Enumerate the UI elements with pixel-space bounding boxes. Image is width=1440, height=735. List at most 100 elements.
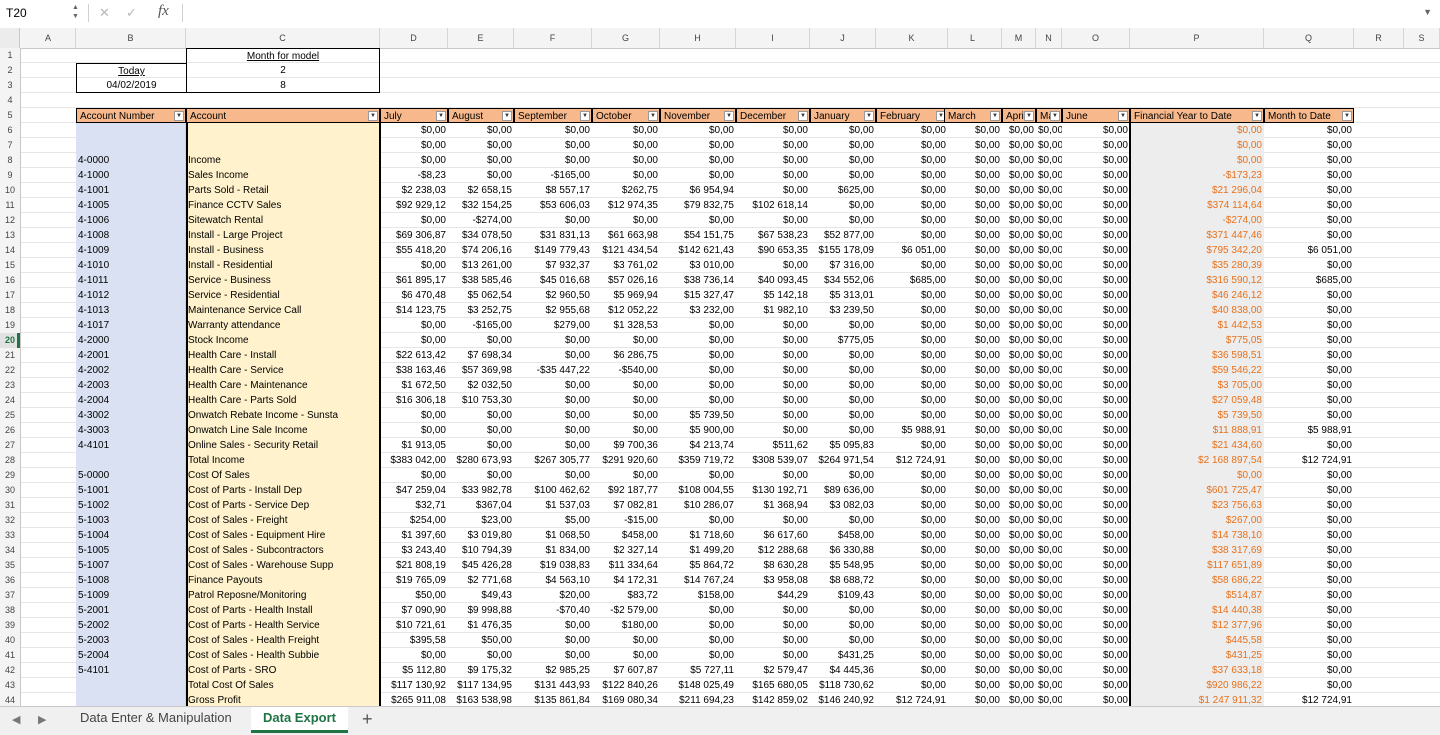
account-number-cell[interactable]: 5-1001 <box>76 483 186 498</box>
month-value-cell[interactable]: $0,00 <box>660 333 736 348</box>
month-value-cell[interactable]: $0,00 <box>1036 123 1062 138</box>
month-value-cell[interactable]: $0,00 <box>380 153 448 168</box>
month-value-cell[interactable]: $5 864,72 <box>660 558 736 573</box>
month-value-cell[interactable]: $1 537,03 <box>514 498 592 513</box>
month-value-cell[interactable]: $3 019,80 <box>448 528 514 543</box>
month-value-cell[interactable]: $0,00 <box>1002 228 1036 243</box>
month-value-cell[interactable]: $20,00 <box>514 588 592 603</box>
month-value-cell[interactable]: $0,00 <box>810 423 876 438</box>
mtd-cell[interactable]: $0,00 <box>1264 468 1354 483</box>
header-april[interactable]: April ▼ <box>1002 108 1036 123</box>
row-header[interactable]: 17 <box>0 288 20 303</box>
month-value-cell[interactable]: $0,00 <box>1002 348 1036 363</box>
mtd-cell[interactable]: $0,00 <box>1264 438 1354 453</box>
month-value-cell[interactable]: $0,00 <box>1002 693 1036 706</box>
month-value-cell[interactable]: $0,00 <box>1062 573 1130 588</box>
row-header[interactable]: 34 <box>0 543 20 558</box>
month-value-cell[interactable]: $67 538,23 <box>736 228 810 243</box>
account-number-cell[interactable]: 5-1008 <box>76 573 186 588</box>
month-value-cell[interactable]: $61 895,17 <box>380 273 448 288</box>
month-value-cell[interactable]: $117 134,95 <box>448 678 514 693</box>
month-value-cell[interactable]: $142 621,43 <box>660 243 736 258</box>
month-value-cell[interactable]: $0,00 <box>944 198 1002 213</box>
month-value-cell[interactable]: $7 090,90 <box>380 603 448 618</box>
month-value-cell[interactable]: $0,00 <box>1002 543 1036 558</box>
month-value-cell[interactable]: $0,00 <box>1062 693 1130 706</box>
month-value-cell[interactable]: $0,00 <box>944 633 1002 648</box>
month-value-cell[interactable]: $0,00 <box>810 408 876 423</box>
account-name-cell[interactable]: Health Care - Maintenance <box>186 378 380 393</box>
month-value-cell[interactable]: $0,00 <box>1002 588 1036 603</box>
month-value-cell[interactable]: $13 261,00 <box>448 258 514 273</box>
account-number-cell[interactable]: 4-1012 <box>76 288 186 303</box>
column-header-n[interactable]: N <box>1036 28 1062 48</box>
month-value-cell[interactable]: $254,00 <box>380 513 448 528</box>
month-value-cell[interactable]: $5 988,91 <box>876 423 948 438</box>
month-value-cell[interactable]: $0,00 <box>448 168 514 183</box>
month-value-cell[interactable]: $2 955,68 <box>514 303 592 318</box>
month-value-cell[interactable]: $0,00 <box>876 468 948 483</box>
row-header[interactable]: 26 <box>0 423 20 438</box>
mtd-cell[interactable]: $0,00 <box>1264 363 1354 378</box>
month-value-cell[interactable]: $0,00 <box>1002 318 1036 333</box>
month-value-cell[interactable]: $5 112,80 <box>380 663 448 678</box>
month-value-cell[interactable]: $69 306,87 <box>380 228 448 243</box>
month-value-cell[interactable]: $0,00 <box>810 468 876 483</box>
month-value-cell[interactable]: $0,00 <box>736 393 810 408</box>
month-value-cell[interactable]: $0,00 <box>810 393 876 408</box>
account-number-cell[interactable]: 4-2002 <box>76 363 186 378</box>
month-value-cell[interactable]: $0,00 <box>1062 408 1130 423</box>
month-value-cell[interactable]: $0,00 <box>1036 318 1062 333</box>
account-number-cell[interactable]: 4-1005 <box>76 198 186 213</box>
header-december[interactable]: December ▼ <box>736 108 810 123</box>
month-value-cell[interactable]: $6 286,75 <box>592 348 660 363</box>
header-january[interactable]: January ▼ <box>810 108 876 123</box>
month-value-cell[interactable]: $38 585,46 <box>448 273 514 288</box>
month-value-cell[interactable]: $0,00 <box>514 438 592 453</box>
month-value-cell[interactable]: $34 552,06 <box>810 273 876 288</box>
month-value-cell[interactable]: $0,00 <box>1062 348 1130 363</box>
account-name-cell[interactable]: Total Cost Of Sales <box>186 678 380 693</box>
month-value-cell[interactable]: $10 286,07 <box>660 498 736 513</box>
month-value-cell[interactable]: $83,72 <box>592 588 660 603</box>
month-value-cell[interactable]: $0,00 <box>1062 168 1130 183</box>
header-june[interactable]: June ▼ <box>1062 108 1130 123</box>
month-value-cell[interactable]: $0,00 <box>1062 498 1130 513</box>
month-value-cell[interactable]: $0,00 <box>1036 408 1062 423</box>
account-number-cell[interactable]: 5-1002 <box>76 498 186 513</box>
filter-dropdown-icon[interactable]: ▼ <box>724 111 734 121</box>
row-header[interactable]: 10 <box>0 183 20 198</box>
month-value-cell[interactable]: $12 724,91 <box>876 693 948 706</box>
fytd-cell[interactable]: $374 114,64 <box>1130 198 1264 213</box>
month-value-cell[interactable]: $0,00 <box>944 543 1002 558</box>
month-value-cell[interactable]: $0,00 <box>1062 243 1130 258</box>
account-number-cell[interactable]: 5-2003 <box>76 633 186 648</box>
month-value-cell[interactable]: $0,00 <box>944 513 1002 528</box>
month-value-cell[interactable]: $0,00 <box>1062 603 1130 618</box>
account-name-cell[interactable]: Cost of Sales - Health Subbie <box>186 648 380 663</box>
month-value-cell[interactable]: $117 130,92 <box>380 678 448 693</box>
month-value-cell[interactable]: $0,00 <box>876 513 948 528</box>
account-number-cell[interactable]: 5-2002 <box>76 618 186 633</box>
column-header-q[interactable]: Q <box>1264 28 1354 48</box>
account-name-cell[interactable]: Warranty attendance <box>186 318 380 333</box>
month-value-cell[interactable]: $0,00 <box>810 603 876 618</box>
month-value-cell[interactable]: $0,00 <box>592 423 660 438</box>
month-value-cell[interactable]: $3 958,08 <box>736 573 810 588</box>
month-value-cell[interactable]: $0,00 <box>876 588 948 603</box>
row-header[interactable]: 41 <box>0 648 20 663</box>
month-value-cell[interactable]: $0,00 <box>944 453 1002 468</box>
mtd-cell[interactable]: $0,00 <box>1264 408 1354 423</box>
month-value-cell[interactable]: $1 499,20 <box>660 543 736 558</box>
month-value-cell[interactable]: $0,00 <box>876 123 948 138</box>
month-value-cell[interactable]: $7 082,81 <box>592 498 660 513</box>
month-value-cell[interactable]: $262,75 <box>592 183 660 198</box>
filter-dropdown-icon[interactable]: ▼ <box>1252 111 1262 121</box>
month-value-cell[interactable]: $32,71 <box>380 498 448 513</box>
fytd-cell[interactable]: $371 447,46 <box>1130 228 1264 243</box>
month-value-cell[interactable]: $0,00 <box>810 123 876 138</box>
header-account-number[interactable]: Account Number ▼ <box>76 108 186 123</box>
month-value-cell[interactable]: $0,00 <box>380 423 448 438</box>
account-number-cell[interactable]: 4-1017 <box>76 318 186 333</box>
month-value-cell[interactable]: $1 913,05 <box>380 438 448 453</box>
